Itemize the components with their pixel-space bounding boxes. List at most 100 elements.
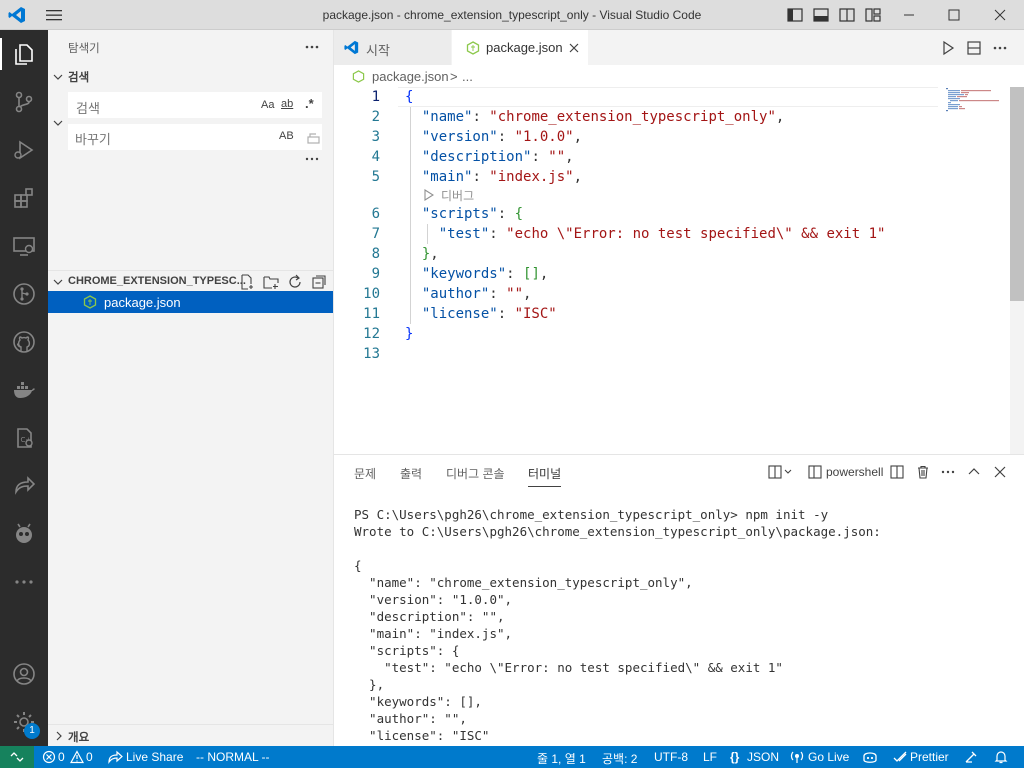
line-number: 1 bbox=[371, 89, 380, 105]
line-number: 5 bbox=[371, 169, 380, 185]
code-line-7[interactable]: "test": "echo \"Error: no test specified… bbox=[405, 224, 886, 244]
terminal-line: "test": "echo \"Error: no test specified… bbox=[354, 660, 783, 675]
accounts-icon[interactable] bbox=[12, 662, 36, 686]
trash-icon[interactable] bbox=[916, 465, 930, 479]
panel-more-icon[interactable] bbox=[941, 468, 955, 476]
maximize-icon[interactable] bbox=[945, 6, 963, 24]
close-panel-icon[interactable] bbox=[993, 465, 1007, 479]
gitlens-icon[interactable] bbox=[12, 282, 36, 306]
scrollbar-thumb[interactable] bbox=[1010, 87, 1024, 301]
cursor-position[interactable]: 줄 1, 열 1 bbox=[537, 750, 586, 767]
remote-explorer-icon[interactable] bbox=[12, 234, 36, 258]
customize-layout-icon[interactable] bbox=[864, 6, 882, 24]
minimize-icon[interactable] bbox=[900, 6, 918, 24]
code-line-10[interactable]: "author": "", bbox=[405, 284, 532, 304]
run-file-icon[interactable] bbox=[940, 40, 956, 56]
code-line-1[interactable]: { bbox=[405, 87, 413, 107]
folder-section-header[interactable]: CHROME_EXTENSION_TYPESC... bbox=[48, 270, 334, 292]
status-bar: 0 0 Live Share -- NORMAL -- 줄 1, 열 1 공백:… bbox=[0, 746, 1024, 768]
outline-chevron-icon bbox=[54, 731, 64, 741]
tab-package-json[interactable]: package.json bbox=[452, 30, 588, 65]
search-input[interactable]: 검색 Aa ab .* bbox=[68, 92, 322, 118]
split-terminal-icon[interactable] bbox=[890, 465, 904, 479]
new-folder-icon[interactable] bbox=[263, 274, 279, 290]
end-of-line[interactable]: LF bbox=[703, 750, 717, 764]
code-line-5[interactable]: "main": "index.js", bbox=[405, 167, 582, 187]
panel-tab-problems[interactable]: 문제 bbox=[354, 465, 376, 482]
code-line-2[interactable]: "name": "chrome_extension_typescript_onl… bbox=[405, 107, 784, 127]
close-icon[interactable] bbox=[991, 6, 1009, 24]
toggle-secondary-sidebar-icon[interactable] bbox=[838, 6, 856, 24]
split-editor-icon[interactable] bbox=[966, 40, 982, 56]
match-case-icon[interactable]: Aa bbox=[261, 99, 274, 111]
code-line-9[interactable]: "keywords": [], bbox=[405, 264, 548, 284]
outline-section-header[interactable]: 개요 bbox=[48, 724, 334, 746]
shell-name: powershell bbox=[826, 465, 884, 479]
sidebar-title: 탐색기 bbox=[68, 43, 100, 55]
breadcrumb[interactable]: package.json > ... bbox=[334, 65, 1024, 87]
folder-name: CHROME_EXTENSION_TYPESC... bbox=[68, 275, 246, 287]
code-line-12[interactable]: } bbox=[405, 324, 413, 344]
breadcrumb-rest[interactable]: ... bbox=[462, 69, 473, 84]
encoding[interactable]: UTF-8 bbox=[654, 750, 688, 764]
explorer-icon[interactable] bbox=[12, 42, 36, 66]
editor-more-icon[interactable] bbox=[992, 44, 1008, 52]
run-debug-icon[interactable] bbox=[12, 138, 36, 162]
copilot-icon[interactable] bbox=[862, 750, 878, 764]
line-number: 2 bbox=[371, 109, 380, 125]
code-line-4[interactable]: "description": "", bbox=[405, 147, 574, 167]
chevron-down-icon[interactable] bbox=[53, 72, 63, 82]
feedback-icon[interactable] bbox=[964, 750, 978, 764]
breadcrumb-file[interactable]: package.json bbox=[372, 69, 449, 84]
tab-welcome[interactable]: 시작 bbox=[334, 30, 452, 65]
platformio-icon[interactable] bbox=[12, 522, 36, 546]
source-control-icon[interactable] bbox=[12, 90, 36, 114]
extensions-icon[interactable] bbox=[12, 186, 36, 210]
replace-all-icon[interactable] bbox=[306, 130, 322, 146]
docker-icon[interactable] bbox=[12, 378, 36, 402]
breadcrumb-file-icon bbox=[352, 70, 365, 83]
panel-tab-output[interactable]: 출력 bbox=[400, 465, 422, 482]
cpp-tools-icon[interactable]: C+ bbox=[12, 426, 36, 450]
more-icon[interactable] bbox=[12, 570, 36, 594]
file-item-package-json[interactable]: package.json bbox=[48, 291, 333, 313]
replace-input[interactable]: 바꾸기 AB bbox=[68, 124, 322, 150]
maximize-panel-chevron-up-icon[interactable] bbox=[967, 465, 981, 479]
bottom-panel: 문제 출력 디버그 콘솔 터미널 powershell PS C:\Users\… bbox=[334, 454, 1024, 746]
toggle-panel-icon[interactable] bbox=[812, 6, 830, 24]
tab-close-icon[interactable] bbox=[568, 42, 580, 54]
terminal-line: "version": "1.0.0", bbox=[354, 592, 513, 607]
toggle-sidebar-icon[interactable] bbox=[786, 6, 804, 24]
notifications-bell-icon[interactable] bbox=[994, 750, 1008, 764]
github-icon[interactable] bbox=[12, 330, 36, 354]
refresh-icon[interactable] bbox=[287, 274, 303, 290]
code-line-3[interactable]: "version": "1.0.0", bbox=[405, 127, 582, 147]
regex-icon[interactable]: .* bbox=[305, 96, 314, 111]
collapse-all-icon[interactable] bbox=[311, 274, 327, 290]
update-badge: 1 bbox=[24, 723, 40, 739]
code-line-11[interactable]: "license": "ISC" bbox=[405, 304, 557, 324]
editor-scrollbar[interactable] bbox=[1010, 87, 1024, 454]
braces-icon: {} bbox=[730, 750, 740, 764]
go-live-label: Go Live bbox=[808, 750, 850, 764]
tab-welcome-label: 시작 bbox=[366, 43, 390, 58]
line-number: 7 bbox=[371, 226, 380, 242]
preserve-case-icon[interactable]: AB bbox=[279, 130, 294, 142]
terminal-line: Wrote to C:\Users\pgh26\chrome_extension… bbox=[354, 524, 881, 539]
minimap[interactable] bbox=[944, 87, 1008, 113]
search-details-more-icon[interactable] bbox=[304, 154, 320, 164]
search-section-title[interactable]: 검색 bbox=[68, 69, 89, 85]
editor-area: 시작 package.json package.json > ... 1 2 3… bbox=[334, 30, 1024, 454]
new-file-icon[interactable] bbox=[239, 274, 255, 290]
toggle-replace-chevron-icon[interactable] bbox=[53, 118, 63, 128]
sidebar-more-icon[interactable] bbox=[304, 42, 320, 52]
terminal-layout-icon[interactable] bbox=[768, 465, 794, 479]
code-line-6[interactable]: "scripts": { bbox=[405, 204, 523, 224]
whole-word-icon[interactable]: ab bbox=[281, 98, 293, 110]
indentation[interactable]: 공백: 2 bbox=[602, 750, 637, 767]
terminal-line: "scripts": { bbox=[354, 643, 460, 658]
panel-tab-debug-console[interactable]: 디버그 콘솔 bbox=[446, 465, 505, 482]
live-share-icon[interactable] bbox=[12, 474, 36, 498]
panel-tab-terminal[interactable]: 터미널 bbox=[528, 465, 562, 487]
remote-indicator[interactable] bbox=[0, 746, 34, 768]
